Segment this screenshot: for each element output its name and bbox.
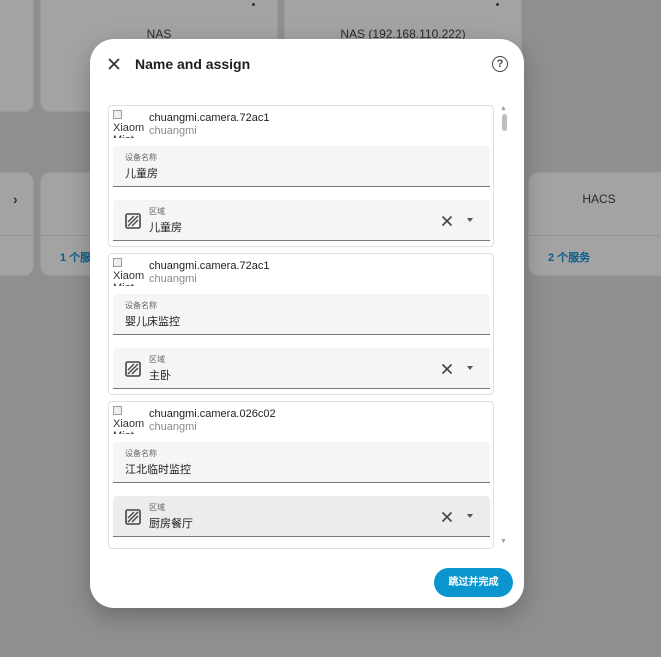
area-label: 区域 <box>149 355 165 364</box>
device-image: Xiaomi Miot <box>113 258 144 286</box>
close-icon[interactable] <box>105 55 123 73</box>
area-label: 区域 <box>149 503 165 512</box>
bg-card-hacs: HACS 2 个服务 <box>528 172 661 276</box>
device-name-value: 婴儿床监控 <box>125 316 180 328</box>
broken-image-icon <box>113 258 122 267</box>
device-name-label: 设备名称 <box>125 301 157 310</box>
name-and-assign-dialog: Name and assign ? Xiaomi Miot chuangmi.c… <box>90 39 524 608</box>
area-select[interactable]: 区域 厨房餐厅 <box>113 496 490 537</box>
device-list[interactable]: Xiaomi Miot chuangmi.camera.72ac1 chuang… <box>108 104 496 551</box>
scrollbar-thumb[interactable] <box>502 114 507 131</box>
area-value: 儿童房 <box>149 222 182 234</box>
device-model: chuangmi.camera.72ac1 <box>149 112 270 124</box>
bg-card-services-link: 2 个服务 <box>548 252 591 264</box>
help-icon[interactable]: ? <box>492 56 508 72</box>
device-name-field[interactable]: 设备名称 江北临时监控 <box>113 442 490 483</box>
dropdown-arrow-icon[interactable] <box>467 366 473 370</box>
device-name-field[interactable]: 设备名称 儿童房 <box>113 146 490 187</box>
dropdown-arrow-icon[interactable] <box>467 218 473 222</box>
area-icon <box>125 213 141 229</box>
device-manufacturer: chuangmi <box>149 421 197 433</box>
broken-image-icon <box>113 110 122 119</box>
area-value: 主卧 <box>149 370 171 382</box>
bg-divider <box>529 235 661 236</box>
device-manufacturer: chuangmi <box>149 273 197 285</box>
device-image: Xiaomi Miot <box>113 406 144 434</box>
scrollbar[interactable]: ▲ ▼ <box>499 104 509 551</box>
area-icon <box>125 361 141 377</box>
area-select[interactable]: 区域 儿童房 <box>113 200 490 241</box>
clear-icon[interactable] <box>441 215 453 227</box>
device-card: Xiaomi Miot chuangmi.camera.72ac1 chuang… <box>108 105 494 247</box>
bg-card-left-top <box>0 0 34 112</box>
device-name-value: 儿童房 <box>125 168 158 180</box>
skip-and-finish-button[interactable]: 跳过并完成 <box>434 568 513 597</box>
device-image: Xiaomi Miot <box>113 110 144 138</box>
device-name-label: 设备名称 <box>125 153 157 162</box>
area-icon <box>125 509 141 525</box>
bg-card-services-link: 1 个服 <box>60 252 92 264</box>
device-image-alt: Xiaomi Miot <box>113 122 144 138</box>
device-model: chuangmi.camera.026c02 <box>149 408 276 420</box>
bg-card-title: HACS <box>582 192 616 206</box>
device-card: Xiaomi Miot chuangmi.camera.026c02 chuan… <box>108 401 494 549</box>
bg-card-left-mid: › <box>0 172 34 276</box>
device-name-field[interactable]: 设备名称 婴儿床监控 <box>113 294 490 335</box>
device-name-value: 江北临时监控 <box>125 464 191 476</box>
scroll-up-icon[interactable]: ▲ <box>500 105 507 112</box>
device-manufacturer: chuangmi <box>149 125 197 137</box>
area-value: 厨房餐厅 <box>149 518 193 530</box>
dialog-title: Name and assign <box>135 56 251 72</box>
chevron-right-icon: › <box>13 191 18 207</box>
device-model: chuangmi.camera.72ac1 <box>149 260 270 272</box>
device-image-alt: Xiaomi Miot <box>113 270 144 286</box>
device-name-label: 设备名称 <box>125 449 157 458</box>
scroll-down-icon[interactable]: ▼ <box>500 538 507 545</box>
dropdown-arrow-icon[interactable] <box>467 514 473 518</box>
device-image-alt: Xiaomi Miot <box>113 418 144 434</box>
device-card: Xiaomi Miot chuangmi.camera.72ac1 chuang… <box>108 253 494 395</box>
bg-divider <box>0 235 33 236</box>
dialog-header: Name and assign ? <box>90 39 524 91</box>
area-label: 区域 <box>149 207 165 216</box>
broken-image-icon <box>113 406 122 415</box>
bg-card-menu-icon <box>496 3 499 6</box>
bg-card-menu-icon <box>252 3 255 6</box>
clear-icon[interactable] <box>441 511 453 523</box>
area-select[interactable]: 区域 主卧 <box>113 348 490 389</box>
clear-icon[interactable] <box>441 363 453 375</box>
